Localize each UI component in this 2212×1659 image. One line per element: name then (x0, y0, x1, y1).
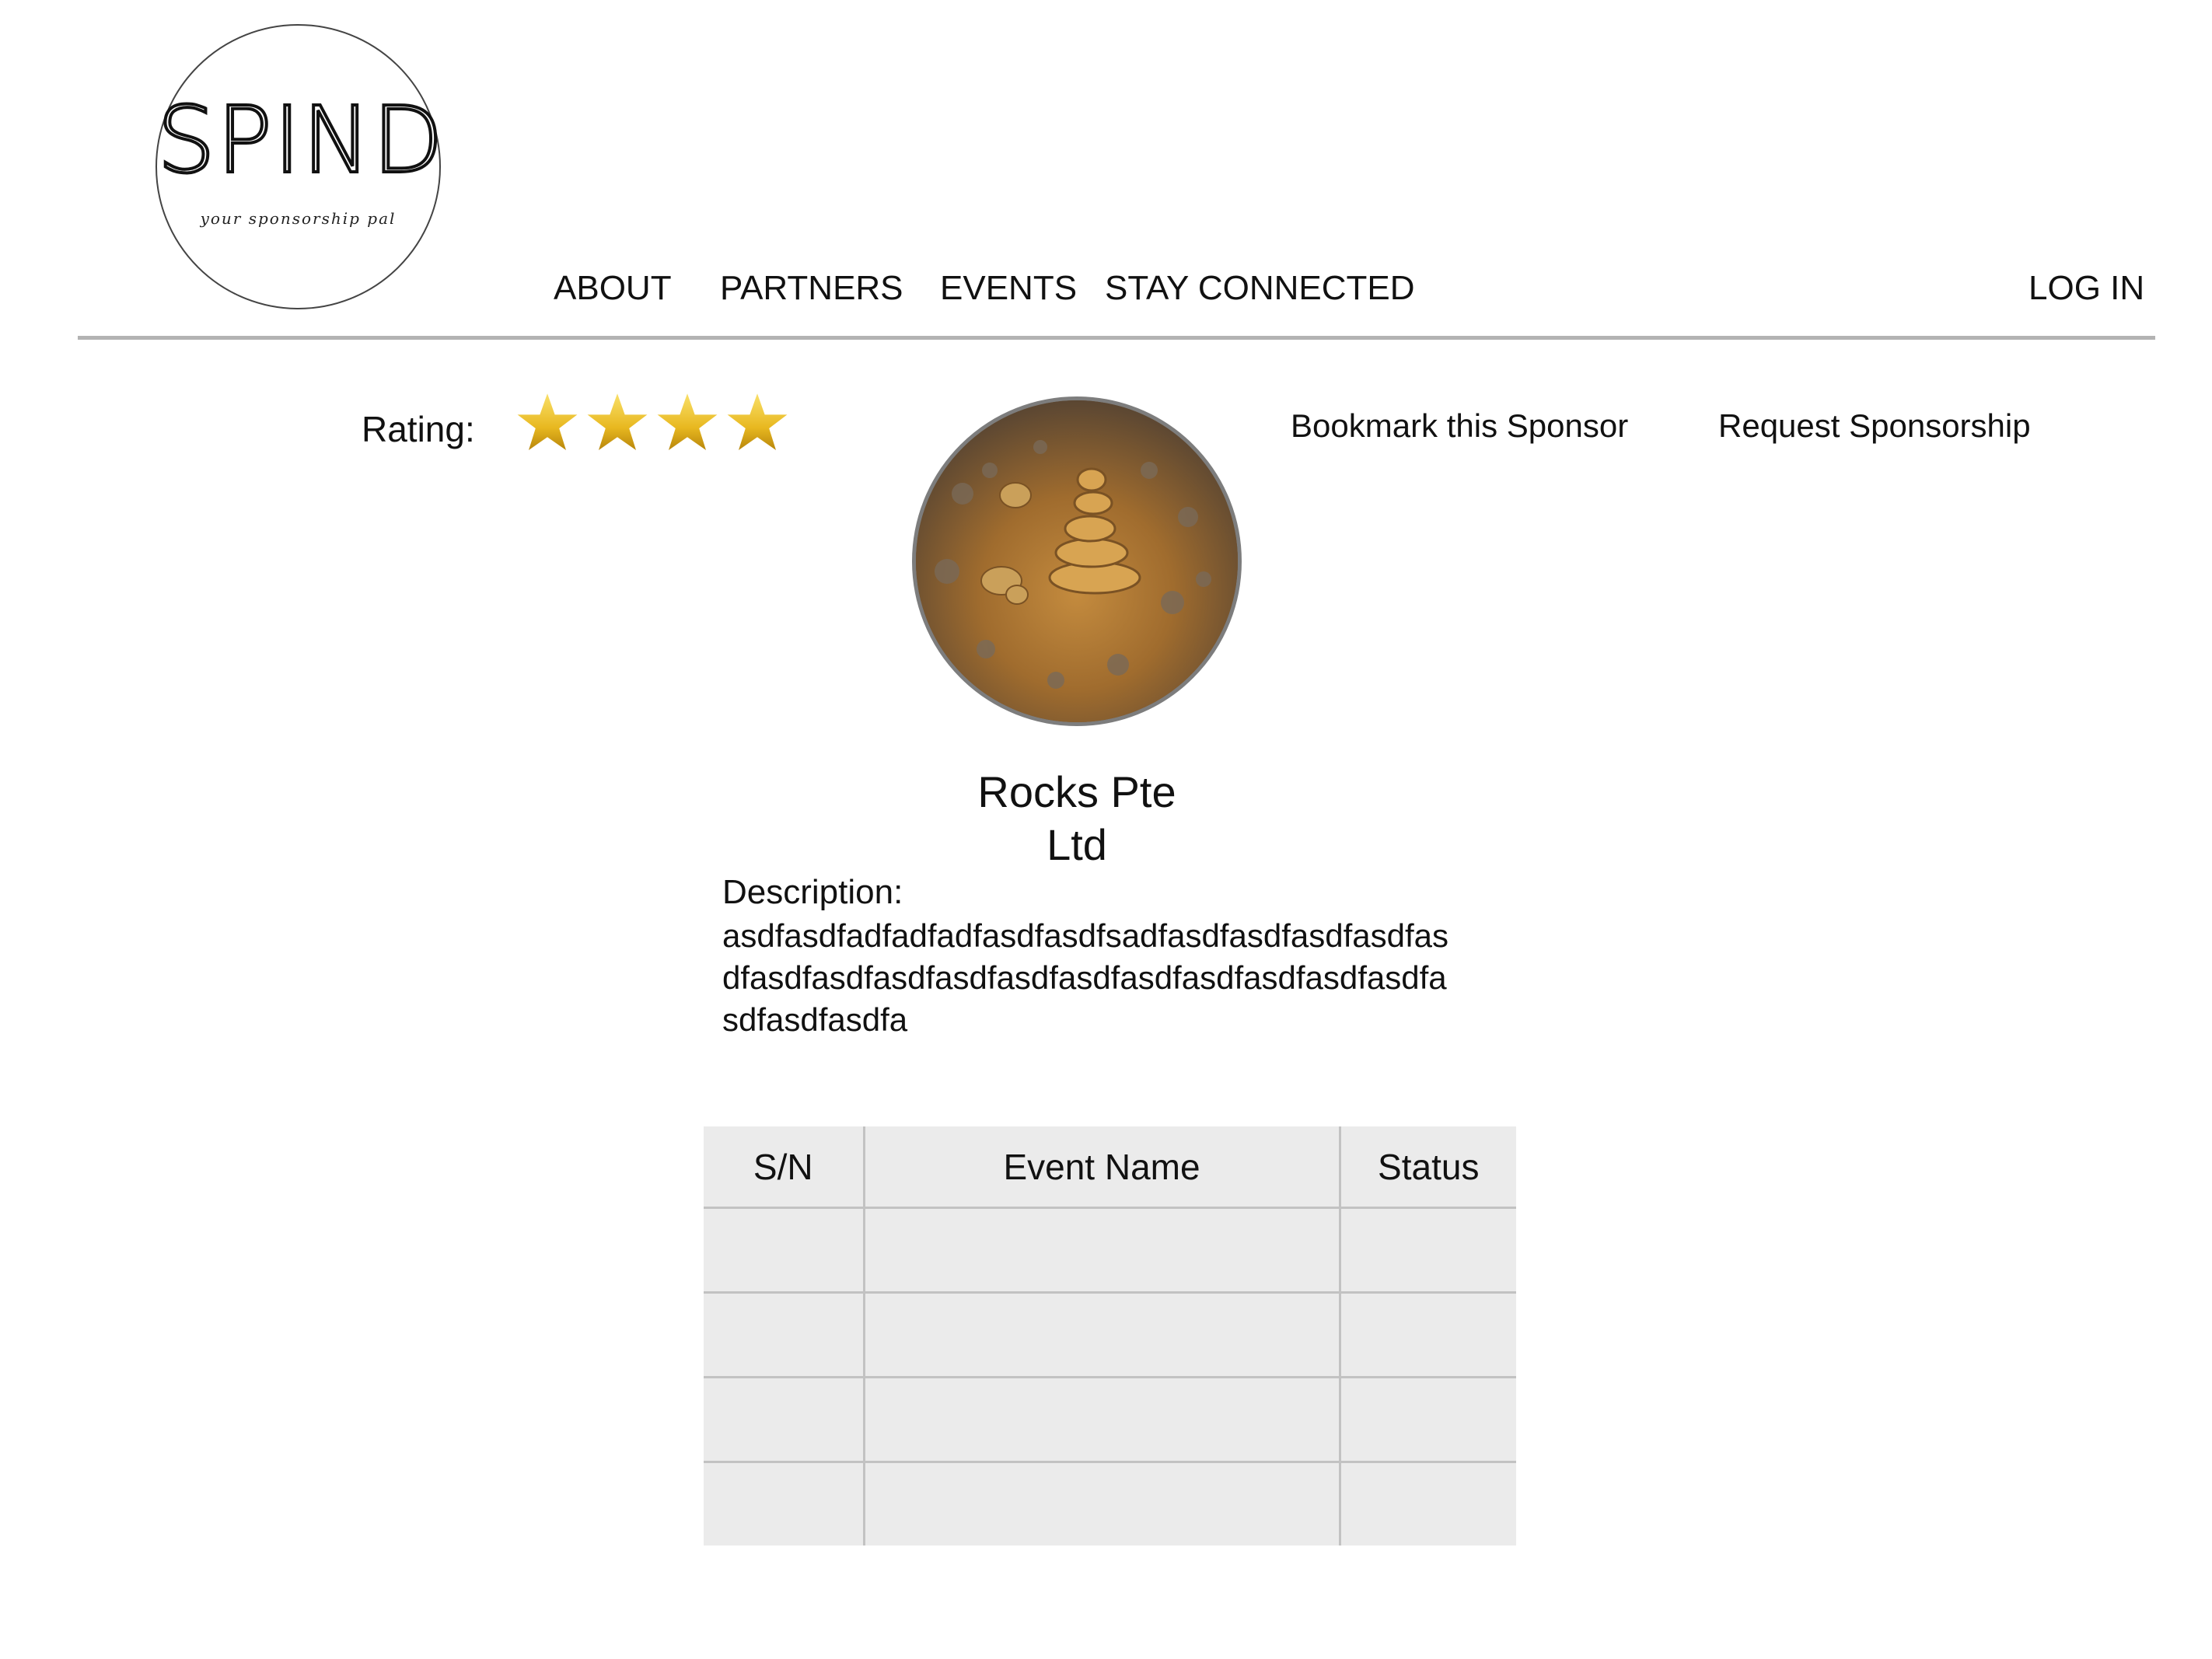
table-header-row: S/N Event Name Status (704, 1126, 1516, 1209)
description-label: Description: (722, 873, 903, 911)
sponsor-name-line1: Rocks Pte (977, 767, 1176, 816)
table-cell (704, 1291, 865, 1378)
table-row (704, 1461, 1516, 1545)
table-cell (1338, 1376, 1516, 1463)
star-icon (517, 393, 578, 450)
star-icon (657, 393, 718, 450)
table-cell (1338, 1207, 1516, 1294)
bookmark-sponsor-link[interactable]: Bookmark this Sponsor (1291, 407, 1628, 445)
nav-about[interactable]: ABOUT (554, 269, 672, 308)
rating-label: Rating: (362, 409, 475, 449)
description-text: asdfasdfadfadfadfasdfasdfsadfasdfasdfasd… (722, 917, 1448, 1038)
nav-events[interactable]: EVENTS (940, 269, 1077, 308)
request-sponsorship-link[interactable]: Request Sponsorship (1718, 407, 2031, 445)
column-header-event-name: Event Name (862, 1126, 1341, 1209)
rock-cairn-photo (916, 400, 1238, 722)
nav-stay-connected[interactable]: STAY CONNECTED (1105, 269, 1415, 308)
rating-stars (516, 391, 788, 453)
table-cell (1338, 1291, 1516, 1378)
table-cell (704, 1207, 865, 1294)
table-cell (862, 1207, 1341, 1294)
star-icon (727, 393, 788, 450)
login-link[interactable]: LOG IN (2029, 269, 2144, 308)
table-cell (862, 1376, 1341, 1463)
table-row (704, 1207, 1516, 1294)
sponsor-name: Rocks Pte Ltd (917, 766, 1236, 871)
table-cell (862, 1461, 1341, 1545)
nav-partners[interactable]: PARTNERS (720, 269, 903, 308)
logo-wordmark: SPIND (156, 86, 445, 194)
column-header-status: Status (1338, 1126, 1516, 1209)
logo[interactable]: SPIND your sponsorship pal (156, 24, 445, 309)
events-table: S/N Event Name Status (704, 1126, 1516, 1545)
column-header-sn: S/N (704, 1126, 865, 1209)
header-divider (78, 336, 2155, 340)
sponsor-avatar (912, 396, 1242, 726)
table-row (704, 1291, 1516, 1378)
table-row (704, 1376, 1516, 1463)
sponsor-name-line2: Ltd (1047, 820, 1107, 869)
table-cell (704, 1376, 865, 1463)
table-cell (704, 1461, 865, 1545)
table-cell (1338, 1461, 1516, 1545)
table-cell (862, 1291, 1341, 1378)
logo-tagline: your sponsorship pal (200, 209, 397, 228)
star-icon (587, 393, 648, 450)
